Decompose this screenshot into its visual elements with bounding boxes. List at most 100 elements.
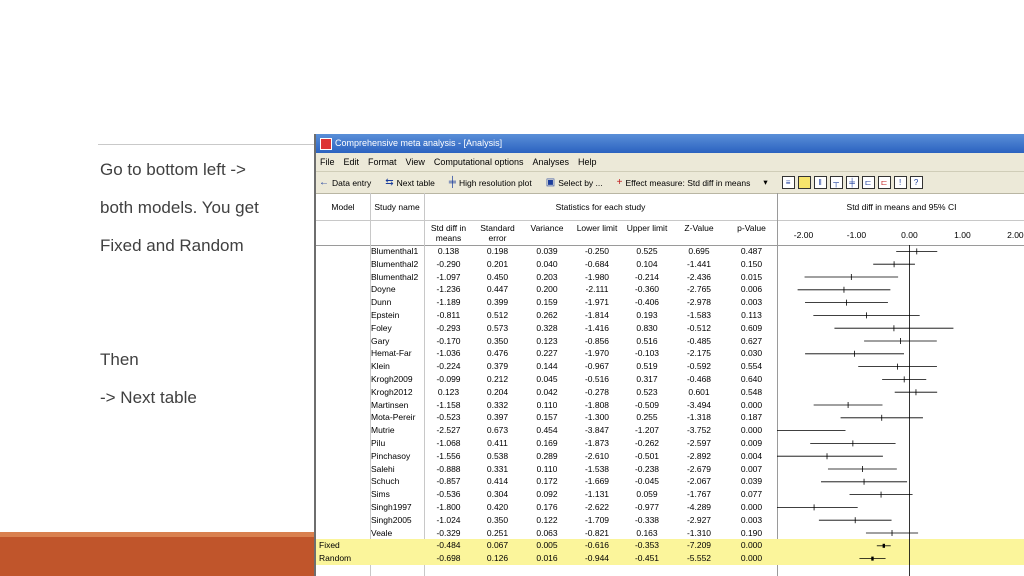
stat-cell: 0.379	[486, 361, 509, 372]
axis-tick-label: 0.00	[901, 230, 918, 240]
stat-cell: -2.622	[584, 502, 610, 512]
stat-cell: 0.000	[740, 502, 763, 512]
window-titlebar[interactable]: Comprehensive meta analysis - [Analysis]	[316, 134, 1024, 153]
stat-cell: -1.800	[436, 502, 461, 512]
stat-cell: -0.592	[686, 361, 712, 372]
stat-cell: 0.289	[536, 450, 558, 461]
stat-cell: -1.207	[634, 425, 660, 436]
stacked-plot-icon[interactable]: ╪	[845, 176, 859, 189]
stat-cell: -0.329	[436, 527, 461, 538]
effect-measure-dropdown[interactable]: + Effect measure: Std diff in means ▾	[617, 177, 768, 188]
stat-cell: -0.977	[634, 502, 660, 512]
info-icon[interactable]: !	[893, 176, 907, 189]
stat-cell: -1.980	[584, 271, 610, 282]
study-name-cell: Singh1997	[371, 502, 412, 512]
stat-cell: -0.821	[584, 527, 610, 538]
stat-cell: -0.214	[634, 271, 660, 282]
menu-view[interactable]: View	[406, 153, 425, 171]
stat-cell: 0.110	[536, 399, 558, 410]
stat-cell: 0.039	[740, 476, 763, 487]
stat-cell: -2.765	[686, 284, 712, 295]
menu-format[interactable]: Format	[368, 153, 397, 171]
stat-cell: -0.811	[436, 310, 461, 320]
columns-icon[interactable]: ‖	[813, 176, 827, 189]
stat-cell: 0.447	[486, 284, 509, 295]
stat-cell: 0.122	[536, 514, 558, 525]
stat-cell: 0.830	[636, 322, 658, 333]
stat-cell: 0.201	[486, 258, 509, 269]
select-icon: ▣	[545, 176, 556, 188]
stat-cell: 0.198	[486, 246, 509, 256]
column-header: p-Value	[737, 223, 766, 233]
stat-cell: 0.397	[486, 412, 509, 423]
next-table-button[interactable]: ⇆ Next table	[385, 176, 435, 188]
stat-cell: -1.583	[686, 310, 712, 320]
stat-cell: 0.673	[486, 425, 509, 436]
highlight-icon[interactable]	[797, 176, 811, 189]
stat-cell: 0.328	[536, 322, 558, 333]
stat-cell: -0.523	[436, 412, 461, 423]
stat-cell: 0.523	[636, 386, 658, 397]
stat-cell: 0.317	[636, 374, 658, 384]
red-plot-icon[interactable]: ⊏	[877, 176, 891, 189]
stat-cell: 0.123	[437, 386, 460, 397]
stat-cell: -0.509	[634, 399, 660, 410]
column-header: Lower limit	[576, 223, 618, 233]
header-statistics: Statistics for each study	[555, 202, 646, 212]
next-table-icon: ⇆	[385, 176, 394, 188]
stat-cell: -0.944	[584, 553, 610, 564]
stat-cell: -0.512	[686, 322, 712, 333]
app-icon	[320, 137, 332, 150]
stat-cell: 0.200	[536, 284, 558, 295]
toolbar-icon-group: ≡ ‖ ┬ ╪ ⊏ ⊏ ! ?	[781, 176, 923, 189]
ci-plot-icon[interactable]: ┬	[829, 176, 843, 189]
stat-cell: -1.189	[436, 297, 461, 308]
stat-cell: 0.193	[636, 310, 658, 320]
cma-window: Comprehensive meta analysis - [Analysis]…	[314, 134, 1024, 576]
help-icon[interactable]: ?	[909, 176, 923, 189]
stat-cell: 0.067	[486, 540, 509, 551]
stat-cell: -0.888	[436, 463, 461, 474]
data-entry-button[interactable]: ← Data entry	[319, 177, 371, 188]
stat-cell: -0.536	[436, 489, 461, 500]
select-by-button[interactable]: ▣ Select by ...	[545, 176, 603, 188]
slide-note-2: both models. You get	[100, 198, 259, 217]
stat-cell: -3.494	[686, 399, 712, 410]
stat-cell: 0.007	[740, 463, 763, 474]
stat-cell: 0.454	[536, 425, 558, 436]
stat-cell: 0.123	[536, 335, 558, 346]
left-align-icon[interactable]: ⊏	[861, 176, 875, 189]
stat-cell: -1.709	[584, 514, 610, 525]
stat-cell: 0.516	[636, 335, 658, 346]
stat-cell: 0.077	[740, 489, 763, 500]
menu-help[interactable]: Help	[578, 153, 597, 171]
stat-cell: -0.250	[584, 246, 610, 256]
study-name-cell: Veale	[371, 527, 393, 538]
menu-edit[interactable]: Edit	[344, 153, 360, 171]
stat-cell: 0.113	[741, 310, 762, 320]
menu-analyses[interactable]: Analyses	[532, 153, 569, 171]
stat-cell: -1.441	[686, 258, 712, 269]
study-name-cell: Krogh2009	[371, 374, 413, 384]
stat-cell: -2.436	[686, 271, 712, 282]
pooled-estimate-marker	[871, 556, 874, 561]
stat-cell: 0.548	[740, 386, 763, 397]
stat-cell: -1.318	[686, 412, 712, 423]
stat-cell: -2.067	[686, 476, 712, 487]
menu-file[interactable]: File	[320, 153, 335, 171]
stat-cell: 0.104	[636, 258, 658, 269]
stat-cell: 0.000	[740, 399, 763, 410]
stat-cell: -0.485	[686, 335, 712, 346]
footer-accent-bar	[0, 532, 314, 576]
menu-computational-options[interactable]: Computational options	[434, 153, 524, 171]
stat-cell: -1.873	[584, 438, 610, 448]
column-header: Std diff in means	[430, 223, 467, 243]
high-resolution-plot-button[interactable]: ╪ High resolution plot	[449, 177, 532, 188]
stat-cell: 0.573	[486, 322, 509, 333]
table-view-icon[interactable]: ≡	[781, 176, 795, 189]
header-study-name: Study name	[374, 202, 420, 212]
header-model: Model	[331, 202, 355, 212]
stat-cell: -3.752	[686, 425, 712, 436]
stat-cell: 0.212	[486, 374, 509, 384]
stat-cell: 0.519	[636, 361, 658, 372]
